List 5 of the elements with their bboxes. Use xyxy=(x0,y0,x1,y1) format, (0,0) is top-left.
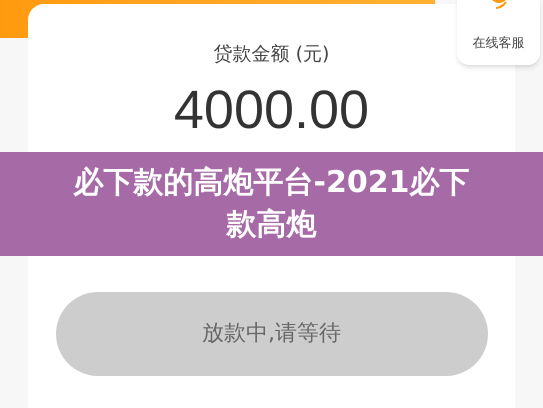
amount-label: 贷款金额 (元) xyxy=(214,42,330,67)
service-label: 在线客服 xyxy=(472,34,524,52)
loan-amount: 4000.00 xyxy=(174,82,370,136)
customer-service-widget[interactable]: 在线客服 xyxy=(457,0,540,65)
banner-title: 必下款的高炮平台-2021必下款高炮 xyxy=(72,164,470,244)
